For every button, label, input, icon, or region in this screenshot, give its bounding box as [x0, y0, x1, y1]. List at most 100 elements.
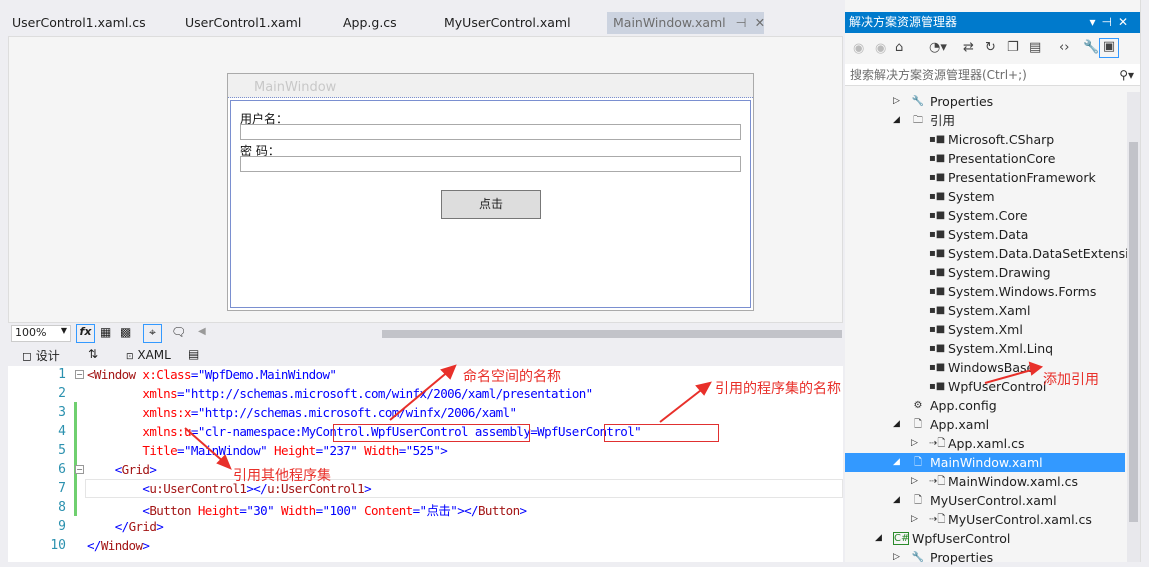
tree-item[interactable]: ◢ C# WpfUserControl [845, 529, 1125, 548]
code-line[interactable]: <Window x:Class="WpfDemo.MainWindow" [87, 367, 337, 382]
tree-item[interactable]: ⚙ App.config [845, 396, 1125, 415]
code-line[interactable]: <Grid> [87, 462, 157, 477]
side-tool-tabs[interactable] [1140, 0, 1149, 562]
tree-item[interactable]: ▪■ PresentationFramework [845, 168, 1125, 187]
expand-icon[interactable]: ▷ [893, 92, 900, 111]
tree-item-label: PresentationFramework [948, 170, 1096, 185]
tab-mainwindow-xaml[interactable]: MainWindow.xaml ⊣ ✕ [607, 12, 765, 34]
pending-changes-icon[interactable]: ◔▾ [929, 40, 947, 55]
vertical-scrollbar[interactable] [1127, 92, 1140, 562]
code-token: =" [315, 503, 330, 518]
tree-item[interactable]: ▪■ System [845, 187, 1125, 206]
line-number: 9 [58, 519, 66, 534]
click-button[interactable]: 点击 [441, 190, 541, 219]
line-number: 2 [58, 386, 66, 401]
tree-item[interactable]: ▷ 🔧 Properties [845, 92, 1125, 111]
horizontal-scrollbar[interactable] [382, 330, 842, 338]
annotation-icon[interactable]: 🗨 [171, 325, 186, 339]
dropdown-icon[interactable]: ▾ [1089, 15, 1101, 29]
document-outline-icon[interactable]: ▤ [188, 347, 199, 361]
code-token: MainWindow [190, 443, 261, 458]
tree-item[interactable]: ◢ 🗀 引用 [845, 111, 1125, 130]
code-line[interactable]: <Button Height="30" Width="100" Content=… [87, 500, 527, 519]
tree-item[interactable]: ▪■ System.Data [845, 225, 1125, 244]
properties-icon[interactable]: 🔧 [1083, 40, 1099, 55]
snap-lines-icon[interactable]: ⌖ [143, 324, 162, 343]
expand-icon[interactable]: ▷ [911, 434, 918, 453]
password-textbox[interactable] [240, 156, 741, 172]
tree-item[interactable]: ▪■ System.Data.DataSetExtensions [845, 244, 1149, 263]
collapse-toggle-icon[interactable]: − [75, 370, 84, 379]
tree-item[interactable]: ▪■ Microsoft.CSharp [845, 130, 1125, 149]
tab-usercontrol1-xaml-cs[interactable]: UserControl1.xaml.cs [12, 12, 146, 34]
code-line[interactable]: xmlns:x="http://schemas.microsoft.com/wi… [87, 405, 517, 420]
sync-icon[interactable]: ⇄ [963, 40, 974, 55]
code-token: " [350, 443, 365, 458]
home-icon[interactable]: ⌂ [895, 40, 903, 55]
tab-design[interactable]: ◻ 设计 [22, 347, 60, 364]
collapse-toggle-icon[interactable]: − [75, 465, 84, 474]
zoom-select[interactable]: 100% ▼ [11, 325, 71, 342]
tree-item[interactable]: ▪■ System.Xaml [845, 301, 1125, 320]
window-preview[interactable]: MainWindow 用户名： 密 码： 点击 [227, 73, 754, 311]
scrollbar-thumb[interactable] [1129, 142, 1138, 522]
expand-icon[interactable]: ▷ [911, 472, 918, 491]
code-token: xmlns:x [87, 405, 191, 420]
code-token: < [87, 481, 150, 496]
code-line[interactable]: </Grid> [87, 519, 164, 534]
tree-item[interactable]: ▪■ System.Windows.Forms [845, 282, 1125, 301]
close-icon[interactable]: ✕ [1118, 15, 1134, 29]
reference-icon: ▪■ [929, 248, 946, 259]
show-all-files-icon[interactable]: ▤ [1029, 40, 1041, 55]
collapse-icon[interactable]: ◢ [893, 453, 900, 472]
back-icon[interactable]: ◉ [853, 41, 864, 56]
code-token: " [260, 443, 275, 458]
tree-item[interactable]: ▪■ System.Core [845, 206, 1125, 225]
tree-item[interactable]: ▷ ⇢🗋 MyUserControl.xaml.cs [845, 510, 1125, 529]
tree-item[interactable]: ▪■ System.Drawing [845, 263, 1125, 282]
reference-icon: ▪■ [929, 172, 946, 183]
pin-icon[interactable]: ⊣ [736, 15, 747, 30]
code-line[interactable]: xmlns="http://schemas.microsoft.com/winf… [87, 386, 593, 401]
tree-item[interactable]: ▪■ PresentationCore [845, 149, 1125, 168]
solution-search-input[interactable]: 搜索解决方案资源管理器(Ctrl+;) ⚲▾ [845, 64, 1140, 86]
collapse-icon[interactable]: ◢ [893, 491, 900, 510]
tree-item-label: WindowsBase [948, 360, 1035, 375]
snap-grid-icon[interactable]: ▩ [120, 325, 131, 339]
pin-icon[interactable]: ⊣ [1101, 15, 1117, 29]
tree-item[interactable]: ▪■ System.Xml [845, 320, 1125, 339]
preview-icon[interactable]: ▣ [1099, 38, 1119, 58]
search-icon[interactable]: ⚲▾ [1119, 64, 1134, 86]
username-textbox[interactable] [240, 124, 741, 140]
effects-button[interactable]: fx [76, 324, 95, 343]
swap-panes-button[interactable]: ⇅ [88, 347, 98, 361]
collapse-icon[interactable]: ◢ [893, 111, 900, 130]
code-line[interactable]: </Window> [87, 538, 150, 553]
tab-myusercontrol-xaml[interactable]: MyUserControl.xaml [444, 12, 571, 34]
tab-xaml[interactable]: ⊡ XAML [126, 348, 171, 362]
tree-item[interactable]: ◢ 🗋 MyUserControl.xaml [845, 491, 1125, 510]
tab-app-g-cs[interactable]: App.g.cs [343, 12, 397, 34]
scroll-left-icon[interactable]: ◀ [198, 326, 206, 337]
tree-item[interactable]: ▷ ⇢🗋 MainWindow.xaml.cs [845, 472, 1125, 491]
code-token: WpfDemo.MainWindow [204, 367, 330, 382]
namespace-highlight-box [333, 424, 530, 442]
refresh-icon[interactable]: ↻ [985, 40, 996, 55]
tab-usercontrol1-xaml[interactable]: UserControl1.xaml [185, 12, 301, 34]
expand-icon[interactable]: ▷ [911, 510, 918, 529]
tree-item[interactable]: ▪■ System.Xml.Linq [845, 339, 1125, 358]
tree-item[interactable]: ▷ ⇢🗋 App.xaml.cs [845, 434, 1125, 453]
forward-icon[interactable]: ◉ [875, 41, 886, 56]
grid-icon[interactable]: ▦ [100, 325, 111, 339]
code-line[interactable]: Title="MainWindow" Height="237" Width="5… [87, 443, 447, 458]
expand-icon[interactable]: ▷ [893, 548, 900, 567]
collapse-all-icon[interactable]: ❐ [1007, 40, 1019, 55]
view-code-icon[interactable]: ‹› [1059, 40, 1069, 55]
collapse-icon[interactable]: ◢ [893, 415, 900, 434]
collapse-icon[interactable]: ◢ [875, 529, 882, 548]
tree-item[interactable]: ▷ 🔧 Properties [845, 548, 1125, 567]
tree-item[interactable]: ◢ 🗋 App.xaml [845, 415, 1125, 434]
solution-explorer-title: 解决方案资源管理器 ▾⊣✕ [845, 12, 1140, 33]
tree-item[interactable]: ◢ 🗋 MainWindow.xaml [845, 453, 1125, 472]
close-icon[interactable]: ✕ [755, 15, 765, 30]
